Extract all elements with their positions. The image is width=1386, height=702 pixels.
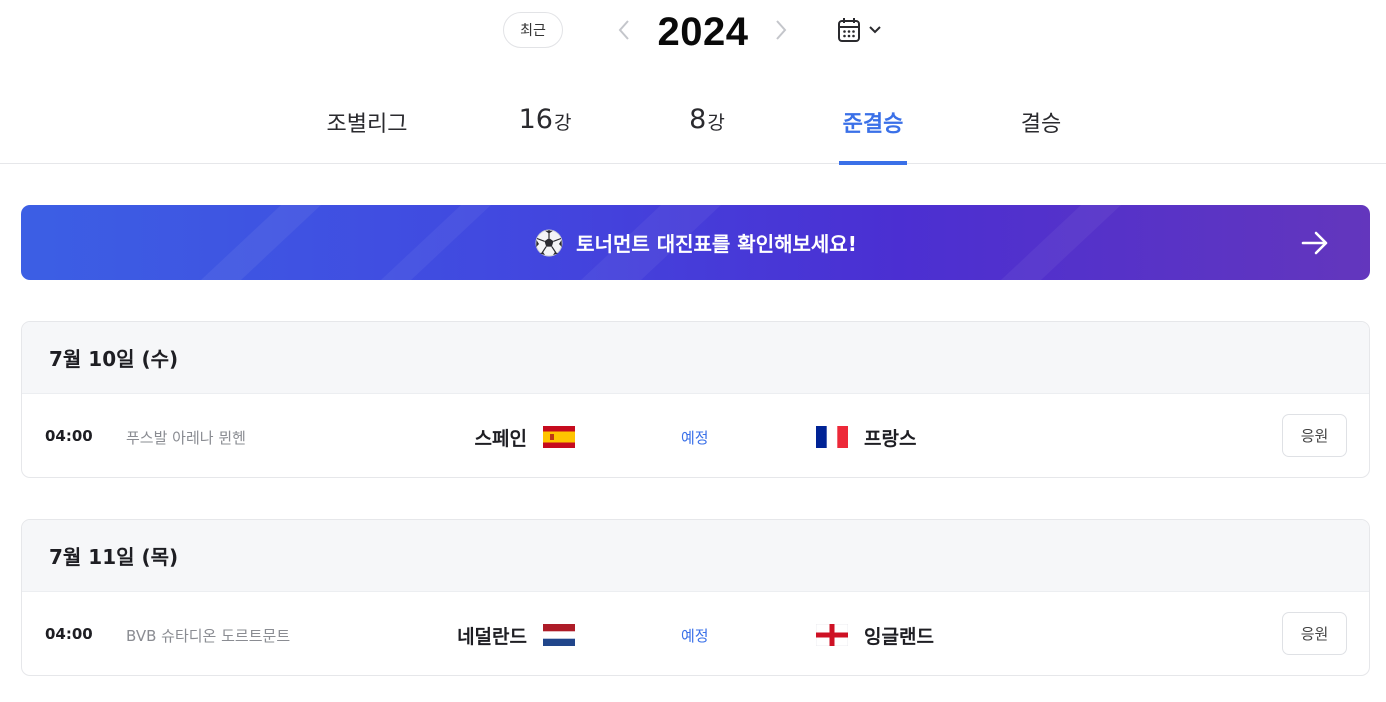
match-day-card: 7월 10일 (수) 04:00 푸스발 아레나 뮌헨 스페인 예정 프랑스 응… (21, 321, 1370, 478)
france-flag-icon (816, 426, 848, 448)
match-date: 7월 11일 (목) (22, 520, 1369, 592)
year-navigation: 최근 2024 (0, 0, 1386, 64)
match-time: 04:00 (45, 427, 93, 445)
tab-number: 8 (689, 104, 707, 135)
match-time: 04:00 (45, 625, 93, 643)
banner-text: 토너먼트 대진표를 확인해보세요! (576, 232, 857, 256)
spain-flag-icon (543, 426, 575, 448)
cheer-button[interactable]: 응원 (1282, 612, 1347, 655)
chevron-left-icon[interactable] (612, 14, 636, 46)
match-venue: BVB 슈타디온 도르트문트 (126, 627, 291, 645)
tab-quarter-final[interactable]: 8강 (682, 88, 732, 164)
tab-number: 16 (518, 104, 553, 135)
home-team-name: 스페인 (474, 427, 527, 450)
match-day-card: 7월 11일 (목) 04:00 BVB 슈타디온 도르트문트 네덜란드 예정 … (21, 519, 1370, 676)
tab-group-stage[interactable]: 조별리그 (318, 88, 416, 164)
match-status: 예정 (681, 429, 709, 447)
tab-suffix: 강 (707, 112, 725, 134)
away-team-name: 잉글랜드 (864, 625, 934, 648)
soccer-ball-icon (535, 229, 563, 256)
calendar-icon (838, 18, 860, 42)
calendar-dropdown-button[interactable] (836, 14, 892, 46)
match-venue: 푸스발 아레나 뮌헨 (126, 429, 246, 447)
year-title: 2024 (657, 10, 749, 54)
chevron-right-icon[interactable] (769, 14, 793, 46)
tab-round-of-16[interactable]: 16 강 (512, 88, 578, 164)
match-date: 7월 10일 (수) (22, 322, 1369, 394)
tab-semi-final[interactable]: 준결승 (839, 88, 907, 165)
home-team[interactable]: 네덜란드 (457, 620, 575, 650)
away-team[interactable]: 잉글랜드 (816, 620, 934, 650)
away-team-name: 프랑스 (864, 427, 917, 450)
recent-button[interactable]: 최근 (503, 12, 563, 48)
home-team[interactable]: 스페인 (475, 422, 575, 452)
home-team-name: 네덜란드 (457, 625, 527, 648)
match-status: 예정 (681, 627, 709, 645)
tab-suffix: 강 (553, 112, 572, 134)
match-row[interactable]: 04:00 BVB 슈타디온 도르트문트 네덜란드 예정 잉글랜드 응원 (22, 592, 1369, 675)
tab-final[interactable]: 결승 (1014, 88, 1068, 164)
stage-tabs: 조별리그 16 강 8강 준결승 결승 (0, 88, 1386, 165)
arrow-right-icon (1301, 231, 1328, 255)
chevron-down-icon (869, 26, 881, 34)
match-row[interactable]: 04:00 푸스발 아레나 뮌헨 스페인 예정 프랑스 응원 (22, 394, 1369, 477)
away-team[interactable]: 프랑스 (816, 422, 916, 452)
england-flag-icon (816, 624, 848, 646)
cheer-button[interactable]: 응원 (1282, 414, 1347, 457)
bracket-banner[interactable]: 토너먼트 대진표를 확인해보세요! (21, 205, 1370, 280)
netherlands-flag-icon (543, 624, 575, 646)
